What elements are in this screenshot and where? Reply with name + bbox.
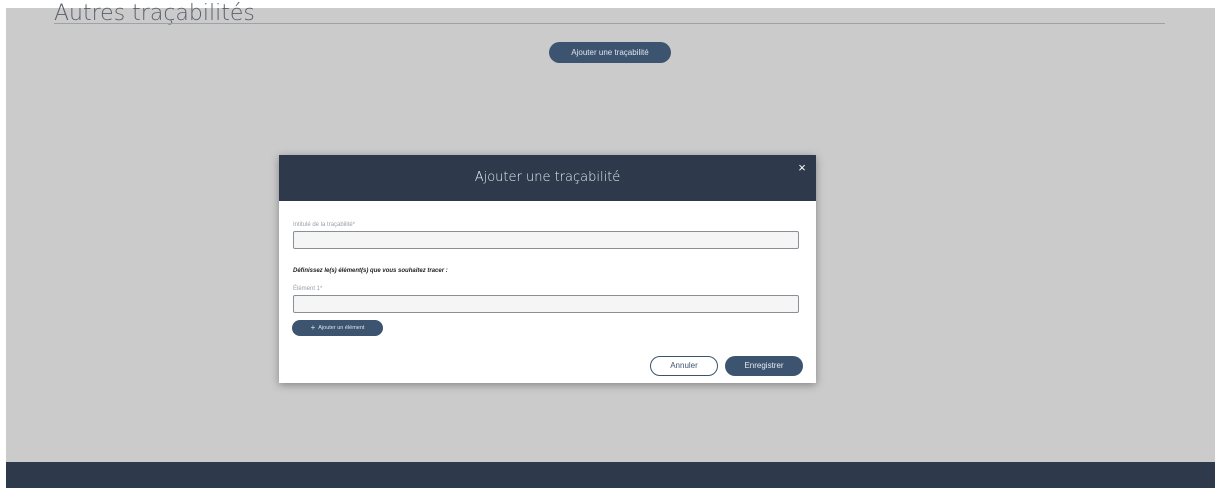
add-element-button[interactable]: + Ajouter un élément	[292, 320, 383, 336]
save-button[interactable]: Enregistrer	[725, 356, 803, 376]
add-traceability-modal: Ajouter une traçabilité × Intitulé de la…	[279, 155, 816, 383]
modal-title: Ajouter une traçabilité	[474, 170, 621, 185]
close-icon[interactable]: ×	[794, 160, 810, 176]
traceability-name-input[interactable]	[293, 231, 799, 249]
section-divider	[54, 23, 1165, 24]
define-elements-instruction: Définissez le(s) élément(s) que vous sou…	[293, 268, 448, 274]
plus-icon: +	[310, 323, 316, 332]
element-1-input[interactable]	[293, 295, 799, 313]
element-1-label: Élément 1*	[293, 286, 323, 292]
modal-header: Ajouter une traçabilité ×	[279, 155, 816, 201]
add-element-label: Ajouter un élément	[318, 325, 365, 331]
traceability-name-label: Intitulé de la traçabilité*	[293, 222, 356, 228]
page-footer	[6, 462, 1215, 488]
cancel-button[interactable]: Annuler	[650, 356, 718, 376]
add-traceability-button[interactable]: Ajouter une traçabilité	[549, 42, 671, 63]
